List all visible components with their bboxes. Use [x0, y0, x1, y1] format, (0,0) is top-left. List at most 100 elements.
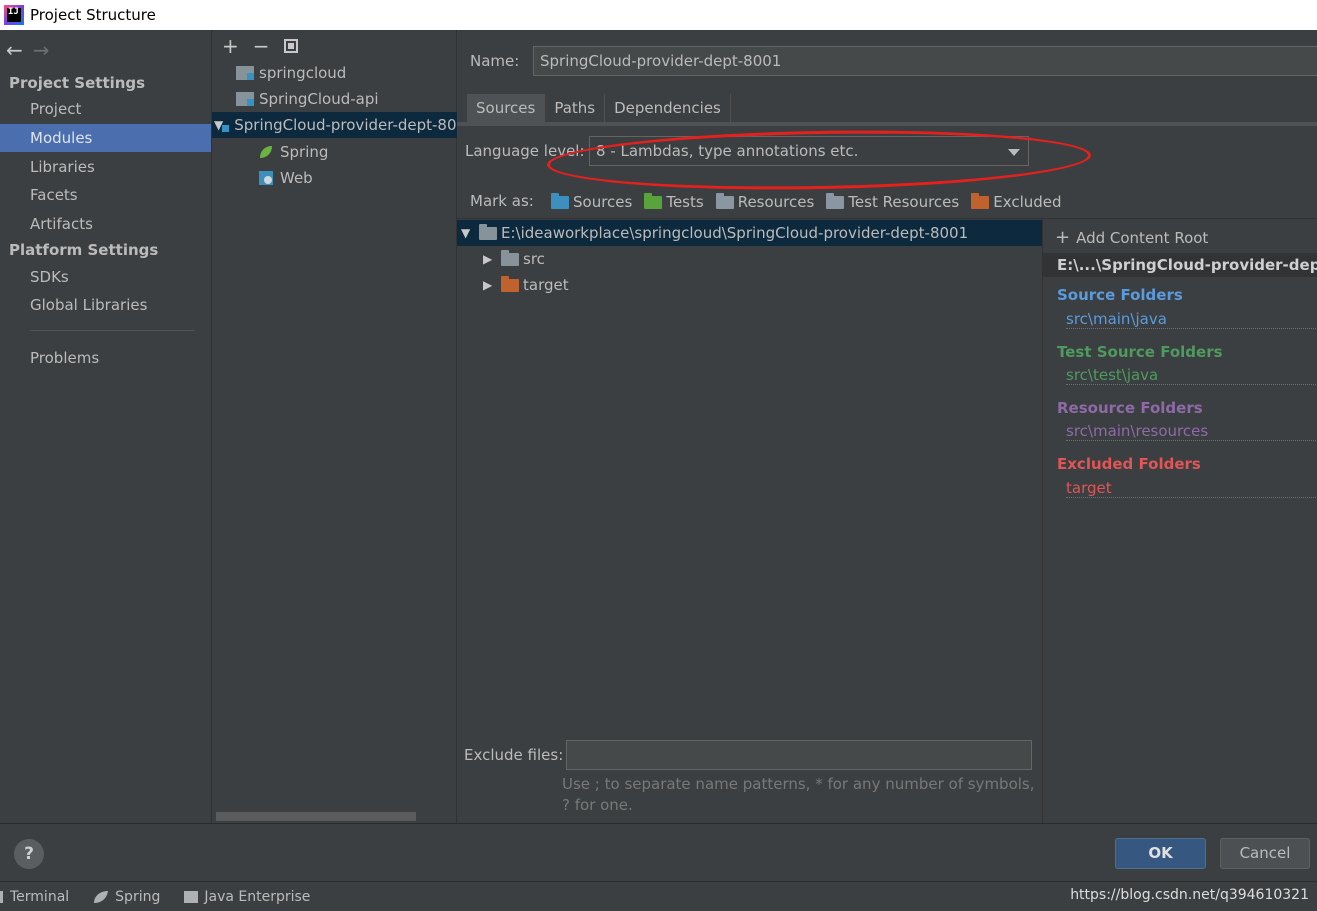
test-source-folder-item[interactable]: src\test\java	[1066, 366, 1317, 385]
excluded-folders-title: Excluded Folders	[1057, 455, 1201, 473]
watermark-url: https://blog.csdn.net/q394610321	[1070, 887, 1309, 903]
terminal-icon	[0, 890, 3, 903]
add-content-root-button[interactable]: + Add Content Root	[1055, 227, 1208, 248]
tree-item-label: springcloud	[259, 64, 347, 82]
mark-label: Tests	[666, 193, 704, 211]
module-name-input[interactable]: SpringCloud-provider-dept-8001	[533, 46, 1317, 76]
nav-item-problems[interactable]: Problems	[0, 344, 211, 372]
settings-nav: ← → Project Settings Project Modules Libr…	[0, 30, 211, 823]
mark-label: Test Resources	[848, 193, 960, 211]
spring-leaf-icon	[260, 146, 272, 158]
dropdown-caret-icon	[1008, 149, 1020, 156]
dialog-footer: ? OK Cancel	[0, 823, 1317, 881]
content-root-path: E:\ideaworkplace\springcloud\SpringCloud…	[501, 224, 969, 242]
mark-as-label: Mark as:	[470, 192, 534, 210]
nav-item-project[interactable]: Project	[0, 95, 211, 123]
remove-icon[interactable]: −	[253, 34, 270, 58]
tree-item-springcloud-api[interactable]: SpringCloud-api	[236, 86, 379, 112]
excluded-folder-icon	[501, 275, 519, 292]
content-root-header: E:\...\SpringCloud-provider-dept-8001	[1043, 253, 1317, 277]
add-content-root-label: Add Content Root	[1076, 229, 1209, 247]
nav-divider	[30, 330, 195, 331]
status-label: Spring	[115, 888, 161, 905]
content-root-row[interactable]: ▼ E:\ideaworkplace\springcloud\SpringClo…	[457, 220, 1042, 246]
tab-dependencies[interactable]: Dependencies	[605, 94, 731, 122]
excluded-folder-item[interactable]: target	[1066, 479, 1317, 498]
exclude-files-input[interactable]	[566, 740, 1032, 770]
exclude-files-label: Exclude files:	[464, 746, 564, 764]
module-tabs: Sources Paths Dependencies	[467, 94, 731, 122]
module-tree-panel: + − springcloud SpringCloud-api ▼ Spring…	[211, 30, 457, 823]
source-folders-title: Source Folders	[1057, 286, 1183, 304]
excluded-folder-icon	[971, 192, 990, 209]
tree-item-label: SpringCloud-provider-dept-8001	[234, 116, 457, 134]
content-tree: ▼ E:\ideaworkplace\springcloud\SpringClo…	[457, 218, 1042, 823]
status-terminal[interactable]: Terminal	[0, 889, 69, 905]
sources-folder-icon	[551, 192, 569, 209]
nav-item-artifacts[interactable]: Artifacts	[0, 210, 211, 238]
language-level-select[interactable]: 8 - Lambdas, type annotations etc.	[589, 136, 1029, 166]
tree-item-provider-dept[interactable]: ▼ SpringCloud-provider-dept-8001	[212, 112, 457, 138]
folder-icon	[479, 223, 497, 240]
horizontal-scrollbar[interactable]	[216, 812, 416, 821]
mark-excluded-button[interactable]: Excluded	[971, 192, 1062, 211]
web-icon	[259, 171, 273, 185]
intellij-logo-icon: IJ	[4, 5, 24, 25]
java-enterprise-icon	[184, 890, 199, 903]
project-settings-header: Project Settings	[9, 74, 146, 92]
test-source-folders-title: Test Source Folders	[1057, 343, 1223, 361]
mark-tests-button[interactable]: Tests	[644, 192, 704, 211]
exclude-files-hint: Use ; to separate name patterns, * for a…	[562, 775, 1035, 814]
mark-label: Excluded	[993, 193, 1062, 211]
folder-icon	[501, 249, 519, 266]
ok-button[interactable]: OK	[1115, 838, 1206, 869]
nav-item-modules[interactable]: Modules	[0, 124, 211, 152]
status-java-enterprise[interactable]: Java Enterprise	[184, 889, 310, 905]
spring-leaf-icon	[94, 890, 109, 903]
forward-arrow-icon[interactable]: →	[33, 38, 50, 62]
nav-arrows: ← →	[6, 38, 50, 62]
folder-row-src[interactable]: ▶ src	[483, 246, 545, 272]
tree-item-springcloud[interactable]: springcloud	[236, 60, 346, 86]
nav-item-libraries[interactable]: Libraries	[0, 153, 211, 181]
window-title: Project Structure	[30, 6, 156, 24]
tree-item-label: Web	[280, 169, 313, 187]
tree-item-spring-facet[interactable]: Spring	[258, 139, 328, 165]
collapse-arrow-icon[interactable]: ▶	[483, 246, 493, 272]
collapse-arrow-icon[interactable]: ▶	[483, 272, 493, 298]
tests-folder-icon	[644, 192, 663, 209]
content-roots-panel: + Add Content Root E:\...\SpringCloud-pro…	[1042, 218, 1317, 823]
back-arrow-icon[interactable]: ←	[6, 38, 23, 62]
status-label: Java Enterprise	[204, 888, 311, 905]
resource-folder-item[interactable]: src\main\resources	[1066, 422, 1317, 441]
source-folder-item[interactable]: src\main\java	[1066, 310, 1317, 329]
nav-item-facets[interactable]: Facets	[0, 181, 211, 209]
nav-item-global-libraries[interactable]: Global Libraries	[0, 291, 211, 319]
nav-item-sdks[interactable]: SDKs	[0, 263, 211, 291]
test-resources-folder-icon	[826, 192, 845, 209]
module-icon	[236, 92, 254, 106]
folder-row-target[interactable]: ▶ target	[483, 272, 569, 298]
status-bar: Terminal Spring Java Enterprise https://…	[0, 881, 1317, 911]
plus-icon: +	[1055, 227, 1071, 248]
language-level-value: 8 - Lambdas, type annotations etc.	[596, 142, 859, 160]
language-level-label: Language level:	[465, 142, 585, 160]
module-detail-panel: Name: SpringCloud-provider-dept-8001 Sou…	[457, 30, 1317, 823]
copy-icon[interactable]	[283, 39, 298, 53]
platform-settings-header: Platform Settings	[9, 241, 159, 259]
title-bar: IJ Project Structure	[0, 0, 1317, 30]
folder-label: src	[523, 250, 545, 268]
cancel-button[interactable]: Cancel	[1220, 838, 1310, 869]
tree-item-web-facet[interactable]: Web	[258, 165, 313, 191]
tab-paths[interactable]: Paths	[545, 94, 606, 122]
add-icon[interactable]: +	[222, 34, 239, 58]
resources-folder-icon	[715, 192, 734, 209]
mark-test-resources-button[interactable]: Test Resources	[826, 192, 960, 211]
tabs-underline	[457, 122, 1317, 126]
mark-sources-button[interactable]: Sources	[551, 192, 632, 211]
mark-resources-button[interactable]: Resources	[715, 192, 814, 211]
tab-sources[interactable]: Sources	[467, 94, 546, 122]
expand-arrow-icon[interactable]: ▼	[461, 220, 471, 246]
help-button[interactable]: ?	[14, 839, 44, 869]
status-spring[interactable]: Spring	[93, 889, 160, 905]
